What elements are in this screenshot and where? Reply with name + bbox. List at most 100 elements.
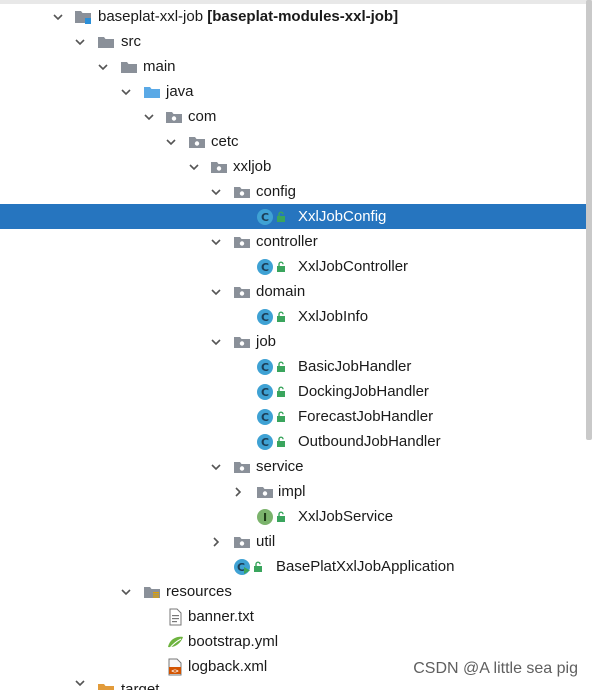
tree-row-bootstrap[interactable]: bootstrap.yml xyxy=(0,629,592,654)
chevron-down-icon[interactable] xyxy=(210,286,222,298)
package-icon xyxy=(165,108,183,126)
tree-label-controller: controller xyxy=(256,233,318,250)
tree-label-xxljobcontroller: XxlJobController xyxy=(298,258,409,275)
tree-row-dockingjobhandler[interactable]: C DockingJobHandler xyxy=(0,379,592,404)
tree-label-xxljob: xxljob xyxy=(233,158,272,175)
chevron-down-icon[interactable] xyxy=(210,236,222,248)
package-icon xyxy=(188,133,206,151)
tree-row-main[interactable]: main xyxy=(0,54,592,79)
chevron-down-icon[interactable] xyxy=(74,679,86,689)
watermark: CSDN @A little sea pig xyxy=(413,660,578,677)
class-icon: C xyxy=(256,383,274,401)
chevron-down-icon[interactable] xyxy=(97,61,109,73)
chevron-right-icon[interactable] xyxy=(232,486,244,498)
tree-label-xxljobconfig: XxlJobConfig xyxy=(298,208,387,225)
chevron-down-icon[interactable] xyxy=(74,36,86,48)
tree-row-domain[interactable]: domain xyxy=(0,279,592,304)
tree-row-basicjobhandler[interactable]: C BasicJobHandler xyxy=(0,354,592,379)
tree-row-outboundjobhandler[interactable]: C OutboundJobHandler xyxy=(0,429,592,454)
lock-icon xyxy=(276,211,286,223)
tree-label-main: main xyxy=(143,58,176,75)
project-name: baseplat-xxl-job xyxy=(98,8,204,25)
tree-row-xxljobconfig[interactable]: C XxlJobConfig xyxy=(0,204,592,229)
lock-icon xyxy=(276,411,286,423)
tree-label-resources: resources xyxy=(166,583,232,600)
text-file-icon xyxy=(166,608,184,626)
tree-row-project[interactable]: baseplat-xxl-job [baseplat-modules-xxl-j… xyxy=(0,4,592,29)
package-icon xyxy=(233,458,251,476)
tree-label-bootstrap: bootstrap.yml xyxy=(188,633,279,650)
tree-label-job: job xyxy=(256,333,277,350)
class-icon: C xyxy=(256,433,274,451)
tree-row-util[interactable]: util xyxy=(0,529,592,554)
chevron-down-icon[interactable] xyxy=(210,461,222,473)
tree-row-java[interactable]: java xyxy=(0,79,592,104)
lock-icon xyxy=(276,311,286,323)
chevron-down-icon[interactable] xyxy=(120,86,132,98)
folder-icon xyxy=(97,680,115,690)
tree-row-target[interactable]: target xyxy=(0,679,592,690)
tree-row-src[interactable]: src xyxy=(0,29,592,54)
package-icon xyxy=(233,333,251,351)
lock-icon xyxy=(276,261,286,273)
tree-label-service: service xyxy=(256,458,304,475)
tree-row-service[interactable]: service xyxy=(0,454,592,479)
tree-row-com[interactable]: com xyxy=(0,104,592,129)
lock-icon xyxy=(276,361,286,373)
tree-row-job[interactable]: job xyxy=(0,329,592,354)
tree-row-xxljob[interactable]: xxljob xyxy=(0,154,592,179)
chevron-down-icon[interactable] xyxy=(52,11,64,23)
runnable-class-icon: C xyxy=(233,558,251,576)
chevron-down-icon[interactable] xyxy=(188,161,200,173)
interface-icon: I xyxy=(256,508,274,526)
svg-text:C: C xyxy=(237,561,245,574)
chevron-down-icon[interactable] xyxy=(120,586,132,598)
tree-label-xxljobservice: XxlJobService xyxy=(298,508,394,525)
tree-row-impl[interactable]: impl xyxy=(0,479,592,504)
tree-row-controller[interactable]: controller xyxy=(0,229,592,254)
chevron-down-icon[interactable] xyxy=(165,136,177,148)
tree-label-application: BasePlatXxlJobApplication xyxy=(276,558,455,575)
svg-text:I: I xyxy=(263,511,267,524)
tree-row-config[interactable]: config xyxy=(0,179,592,204)
folder-icon xyxy=(97,33,115,51)
tree-row-application[interactable]: C BasePlatXxlJobApplication xyxy=(0,554,592,579)
tree-label-config: config xyxy=(256,183,297,200)
class-icon: C xyxy=(256,358,274,376)
tree-label-dockingjobhandler: DockingJobHandler xyxy=(298,383,429,400)
tree-row-xxljobservice[interactable]: I XxlJobService xyxy=(0,504,592,529)
class-icon: C xyxy=(256,308,274,326)
tree-row-forecastjobhandler[interactable]: C ForecastJobHandler xyxy=(0,404,592,429)
tree-label-src: src xyxy=(121,33,141,50)
lock-icon xyxy=(276,436,286,448)
tree-label-basicjobhandler: BasicJobHandler xyxy=(298,358,412,375)
tree-label-com: com xyxy=(188,108,217,125)
project-tree: baseplat-xxl-job [baseplat-modules-xxl-j… xyxy=(0,0,592,690)
chevron-down-icon[interactable] xyxy=(210,336,222,348)
class-icon: C xyxy=(256,408,274,426)
svg-text:C: C xyxy=(261,361,269,374)
svg-text:<>: <> xyxy=(171,668,179,675)
package-icon xyxy=(233,233,251,251)
project-module: [baseplat-modules-xxl-job] xyxy=(207,8,399,25)
tree-row-banner[interactable]: banner.txt xyxy=(0,604,592,629)
folder-icon xyxy=(120,58,138,76)
tree-row-xxljobinfo[interactable]: C XxlJobInfo xyxy=(0,304,592,329)
chevron-down-icon[interactable] xyxy=(210,186,222,198)
svg-text:C: C xyxy=(261,311,269,324)
tree-label-cetc: cetc xyxy=(211,133,239,150)
resources-folder-icon xyxy=(143,583,161,601)
chevron-down-icon[interactable] xyxy=(143,111,155,123)
tree-label-forecastjobhandler: ForecastJobHandler xyxy=(298,408,434,425)
svg-text:C: C xyxy=(261,436,269,449)
tree-label-banner: banner.txt xyxy=(188,608,254,625)
tree-label-java: java xyxy=(166,83,194,100)
tree-label-logback: logback.xml xyxy=(188,658,268,675)
tree-row-resources[interactable]: resources xyxy=(0,579,592,604)
chevron-right-icon[interactable] xyxy=(210,536,222,548)
tree-label-outboundjobhandler: OutboundJobHandler xyxy=(298,433,441,450)
vertical-scrollbar[interactable] xyxy=(586,0,592,440)
tree-row-cetc[interactable]: cetc xyxy=(0,129,592,154)
class-icon: C xyxy=(256,208,274,226)
tree-row-xxljobcontroller[interactable]: C XxlJobController xyxy=(0,254,592,279)
